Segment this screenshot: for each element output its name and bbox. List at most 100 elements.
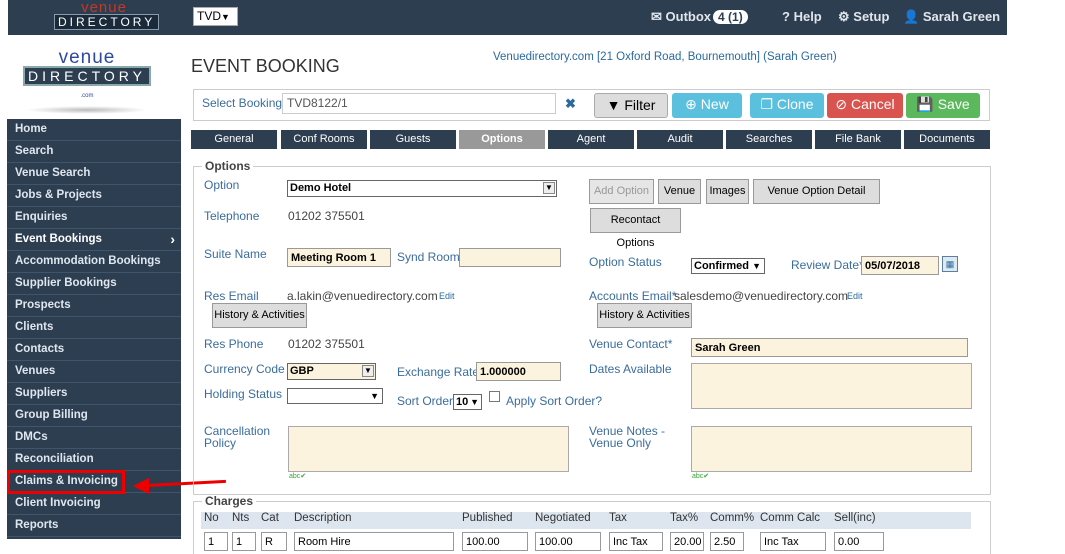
sort-order-label: Sort Order (397, 394, 454, 408)
sidebar-item[interactable]: Group Billing (7, 405, 181, 427)
column-header: Tax (609, 512, 627, 524)
venue-link[interactable]: Venuedirectory.com [21 Oxford Road, Bour… (493, 51, 837, 63)
sidebar-item[interactable]: Venues (7, 361, 181, 383)
chevron-down-icon: ▼ (370, 391, 379, 401)
sidebar-item[interactable]: Reports (7, 515, 181, 537)
sidebar-item[interactable]: Clients (7, 317, 181, 339)
help-link[interactable]: ? Help (782, 9, 822, 24)
calendar-icon[interactable]: ▦ (942, 256, 958, 272)
charge-cell-comm-calc[interactable]: Inc Tax (760, 532, 826, 551)
tab[interactable]: Guests (370, 130, 456, 149)
option-status-select[interactable]: Confirmed ▼ (691, 258, 765, 274)
setup-link[interactable]: ⚙ Setup (838, 9, 889, 25)
sidebar-item[interactable]: DMCs (7, 427, 181, 449)
tab[interactable]: Searches (726, 130, 812, 149)
res-email-edit-link[interactable]: Edit (439, 291, 455, 301)
column-header: No (204, 512, 219, 524)
charge-cell-tax-pct[interactable]: 20.00 (670, 532, 704, 551)
filter-button[interactable]: ▼ Filter (594, 93, 668, 118)
apply-sort-checkbox[interactable] (489, 391, 500, 402)
tab[interactable]: Options (459, 130, 545, 149)
images-button[interactable]: Images (706, 179, 749, 204)
sidebar-item-label: Enquiries (15, 211, 68, 223)
sidebar-item[interactable]: Accommodation Bookings (7, 251, 181, 273)
charge-cell-description[interactable]: Room Hire (294, 532, 454, 551)
charge-cell-published[interactable]: 100.00 (462, 532, 528, 551)
clone-button[interactable]: ❐ Clone (750, 93, 824, 118)
venue-button[interactable]: Venue (658, 179, 701, 204)
sidebar-item[interactable]: Enquiries (7, 207, 181, 229)
sidebar-item[interactable]: Venue Search (7, 163, 181, 185)
logo[interactable]: venue DIRECTORY (54, 0, 160, 30)
tab[interactable]: General (191, 130, 277, 149)
spellcheck-icon[interactable]: abc✔ (289, 472, 306, 480)
spellcheck-icon[interactable]: abc✔ (692, 472, 709, 480)
res-email-value: a.lakin@venuedirectory.com (287, 289, 438, 303)
sidebar-logo[interactable]: venue DIRECTORY .com (20, 48, 154, 114)
select-booking-input[interactable]: TVD8122/1 (282, 93, 556, 114)
charge-cell-tax[interactable]: Inc Tax (609, 532, 663, 551)
sidebar-item[interactable]: Home (7, 119, 181, 141)
filter-icon: ▼ (606, 97, 621, 113)
sidebar-item[interactable]: Jobs & Projects (7, 185, 181, 207)
column-header: Comm Calc (760, 512, 821, 524)
cancel-button[interactable]: ⊘ Cancel (827, 93, 903, 118)
column-header: Tax% (670, 512, 699, 524)
ban-icon: ⊘ (835, 96, 848, 112)
charge-cell-no[interactable]: 1 (204, 532, 228, 551)
save-button[interactable]: 💾 Save (906, 93, 980, 118)
sidebar-item[interactable]: Supplier Bookings (7, 273, 181, 295)
sidebar-item[interactable]: Reconciliation (7, 449, 181, 471)
highlight-box (7, 470, 125, 494)
setup-label: Setup (853, 9, 890, 24)
venue-option-detail-button[interactable]: Venue Option Detail (753, 179, 880, 204)
sidebar-item[interactable]: Client Invoicing (7, 493, 181, 515)
holding-status-select[interactable]: ▼ (287, 388, 383, 404)
accounts-history-button[interactable]: History & Activities (597, 303, 692, 328)
charge-cell-comm-pct[interactable]: 2.50 (710, 532, 744, 551)
save-label: Save (937, 96, 970, 112)
venue-notes-textarea[interactable] (691, 426, 972, 472)
sidebar-item-label: Home (15, 123, 47, 135)
accounts-email-edit-link[interactable]: Edit (847, 291, 863, 301)
user-menu[interactable]: 👤 Sarah Green (903, 9, 1000, 25)
currency-code-select[interactable]: GBP ▼ (287, 363, 376, 380)
sidebar-item[interactable]: Search (7, 141, 181, 163)
new-button[interactable]: ⊕ New (672, 93, 742, 118)
recontact-options-button[interactable]: Recontact Options (590, 208, 681, 249)
venue-contact-label: Venue Contact* (589, 337, 673, 351)
synd-room-label: Synd Room (397, 250, 460, 264)
suite-name-input[interactable]: Meeting Room 1 (287, 248, 391, 267)
cancellation-policy-textarea[interactable] (288, 426, 569, 472)
tab[interactable]: File Bank (815, 130, 901, 149)
option-select[interactable]: Demo Hotel ▼ (287, 180, 557, 197)
tab[interactable]: Audit (637, 130, 723, 149)
charge-cell-sell[interactable]: 0.00 (834, 532, 884, 551)
outbox-button[interactable]: ✉ Outbox 4 (1) (651, 9, 748, 25)
sidebar-item-label: Prospects (15, 299, 71, 311)
exchange-rate-input[interactable]: 1.000000 (476, 362, 561, 381)
venue-contact-input[interactable]: Sarah Green (691, 338, 968, 357)
clear-icon[interactable]: ✖ (565, 96, 576, 112)
synd-room-input[interactable] (459, 248, 561, 267)
charge-cell-cat[interactable]: R (261, 532, 287, 551)
charge-cell-negotiated[interactable]: 100.00 (535, 532, 601, 551)
company-select[interactable]: TVD▼ (193, 7, 238, 26)
tab[interactable]: Documents (904, 130, 990, 149)
column-header: Negotiated (535, 512, 591, 524)
sidebar-item[interactable]: Suppliers (7, 383, 181, 405)
res-history-button[interactable]: History & Activities (212, 303, 307, 328)
sidebar-item[interactable]: Prospects (7, 295, 181, 317)
charge-cell-nts[interactable]: 1 (232, 532, 256, 551)
sort-order-select[interactable]: 10 ▼ (453, 394, 482, 410)
review-date-input[interactable]: 05/07/2018 (861, 256, 939, 275)
tab[interactable]: Conf Rooms (281, 130, 367, 149)
sidebar-item[interactable]: Contacts (7, 339, 181, 361)
tab[interactable]: Agent (548, 130, 634, 149)
outbox-badge: 4 (1) (713, 10, 748, 24)
add-option-button[interactable]: Add Option (589, 179, 654, 204)
dates-available-textarea[interactable] (691, 363, 972, 409)
chevron-down-icon: ▼ (752, 261, 761, 271)
sidebar-item[interactable]: Event Bookings › (7, 229, 181, 251)
column-header: Nts (232, 512, 250, 524)
